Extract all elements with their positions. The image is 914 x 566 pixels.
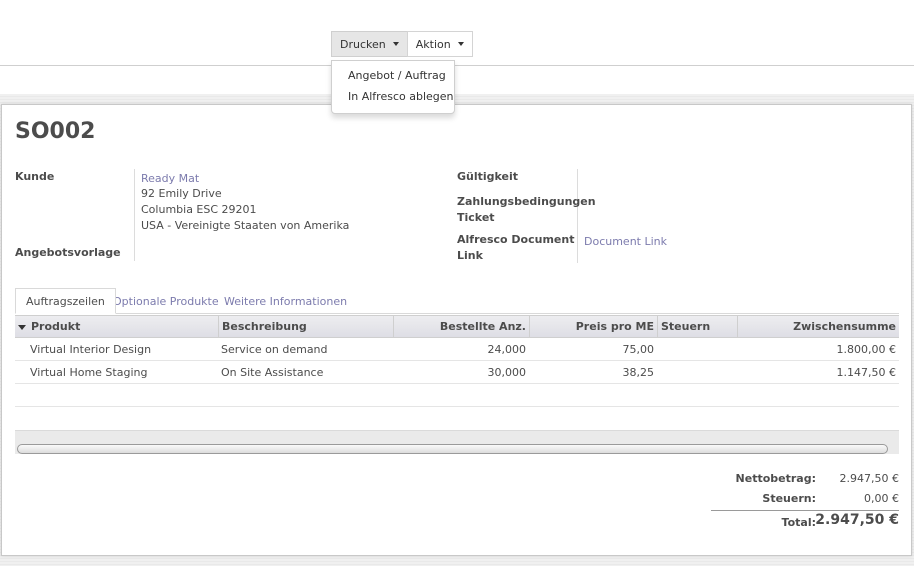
page-title: SO002 bbox=[15, 119, 96, 144]
chevron-down-icon bbox=[392, 42, 399, 46]
chevron-down-icon bbox=[457, 42, 464, 46]
total-value: 2.947,50 € bbox=[815, 512, 899, 528]
column-separator bbox=[657, 316, 658, 337]
cell-subtotal: 1.147,50 € bbox=[836, 366, 896, 379]
column-separator bbox=[218, 316, 219, 337]
cell-quantity: 24,000 bbox=[487, 343, 527, 356]
customer-label: Kunde bbox=[15, 170, 55, 183]
alfresco-document-link[interactable]: Document Link bbox=[584, 235, 667, 248]
control-panel: Drucken Aktion bbox=[0, 0, 914, 66]
customer-street: 92 Emily Drive bbox=[141, 187, 222, 200]
alfresco-link-label: Alfresco Document bbox=[457, 233, 575, 246]
horizontal-scrollbar-thumb[interactable] bbox=[17, 444, 888, 454]
cell-description: Service on demand bbox=[221, 343, 328, 356]
column-header-unit-price[interactable]: Preis pro ME bbox=[530, 316, 654, 337]
divider bbox=[0, 65, 914, 66]
table-row[interactable]: Virtual Home Staging On Site Assistance … bbox=[15, 362, 899, 384]
tab-other-information[interactable]: Weitere Informationen bbox=[214, 288, 357, 314]
action-button[interactable]: Aktion bbox=[406, 31, 473, 57]
column-header-description[interactable]: Beschreibung bbox=[222, 316, 307, 337]
cell-product: Virtual Home Staging bbox=[30, 366, 148, 379]
payment-terms-label: Zahlungsbedingungen bbox=[457, 195, 596, 208]
total-label: Total: bbox=[781, 516, 816, 529]
menu-item-alfresco[interactable]: In Alfresco ablegen bbox=[348, 90, 454, 103]
tab-optional-products[interactable]: Optionale Produkte bbox=[103, 288, 229, 314]
cell-description: On Site Assistance bbox=[221, 366, 324, 379]
cell-quantity: 30,000 bbox=[487, 366, 527, 379]
menu-item-quotation[interactable]: Angebot / Auftrag bbox=[348, 69, 446, 82]
sort-caret-icon[interactable] bbox=[18, 325, 26, 330]
toolbar-button-group: Drucken Aktion bbox=[331, 31, 473, 57]
table-header: Produkt Beschreibung Bestellte Anz. Prei… bbox=[15, 315, 899, 338]
net-amount-value: 2.947,50 € bbox=[839, 472, 899, 485]
template-label: Angebotsvorlage bbox=[15, 246, 121, 259]
print-dropdown-menu: Angebot / Auftrag In Alfresco ablegen bbox=[331, 60, 455, 114]
table-row-empty bbox=[15, 385, 899, 407]
print-button[interactable]: Drucken bbox=[331, 31, 408, 57]
column-header-product[interactable]: Produkt bbox=[31, 316, 80, 337]
taxes-value: 0,00 € bbox=[864, 492, 899, 505]
field-separator bbox=[577, 169, 578, 263]
print-button-label: Drucken bbox=[340, 37, 386, 51]
cell-unit-price: 38,25 bbox=[622, 366, 655, 379]
taxes-label: Steuern: bbox=[762, 492, 816, 505]
customer-country: USA - Vereinigte Staaten von Amerika bbox=[141, 219, 350, 232]
cell-unit-price: 75,00 bbox=[622, 343, 655, 356]
customer-name-link[interactable]: Ready Mat bbox=[141, 172, 199, 185]
column-header-taxes[interactable]: Steuern bbox=[661, 316, 710, 337]
customer-city: Columbia ESC 29201 bbox=[141, 203, 257, 216]
cell-product: Virtual Interior Design bbox=[30, 343, 152, 356]
validity-label: Gültigkeit bbox=[457, 170, 519, 183]
table-row[interactable]: Virtual Interior Design Service on deman… bbox=[15, 339, 899, 361]
payment-terms-label-line2: Ticket bbox=[457, 211, 495, 224]
alfresco-link-label-line2: Link bbox=[457, 249, 483, 262]
field-separator bbox=[134, 169, 135, 261]
net-amount-label: Nettobetrag: bbox=[735, 472, 816, 485]
column-header-quantity[interactable]: Bestellte Anz. bbox=[394, 316, 526, 337]
tab-order-lines[interactable]: Auftragszeilen bbox=[15, 288, 116, 314]
column-header-subtotal[interactable]: Zwischensumme bbox=[738, 316, 896, 337]
action-button-label: Aktion bbox=[415, 37, 451, 51]
totals-divider bbox=[711, 510, 899, 511]
cell-subtotal: 1.800,00 € bbox=[836, 343, 896, 356]
